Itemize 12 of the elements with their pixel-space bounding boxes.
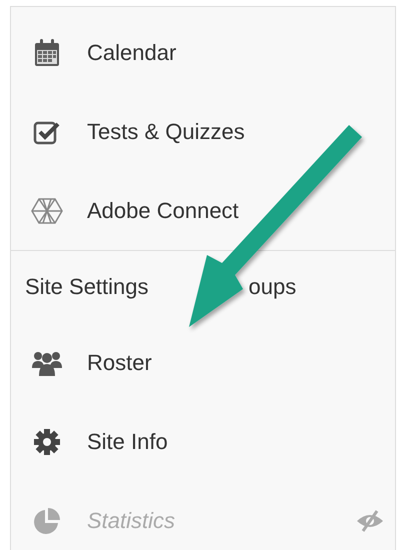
menu-link[interactable]: Calendar — [87, 40, 176, 66]
menu-link[interactable]: Site Info — [87, 428, 168, 454]
hexagon-mesh-icon — [30, 196, 64, 226]
menu-link[interactable]: Roster — [87, 350, 152, 376]
hidden-eye-icon[interactable] — [355, 508, 385, 532]
pie-chart-icon — [32, 506, 62, 536]
section-heading: Site Settings — [25, 274, 149, 300]
menu-link[interactable]: Adobe Connect — [87, 198, 239, 224]
menu-link[interactable]: Tests & Quizzes — [87, 118, 245, 144]
calendar-icon — [32, 38, 62, 68]
gear-icon — [32, 426, 62, 456]
section-heading: oups — [248, 274, 296, 300]
